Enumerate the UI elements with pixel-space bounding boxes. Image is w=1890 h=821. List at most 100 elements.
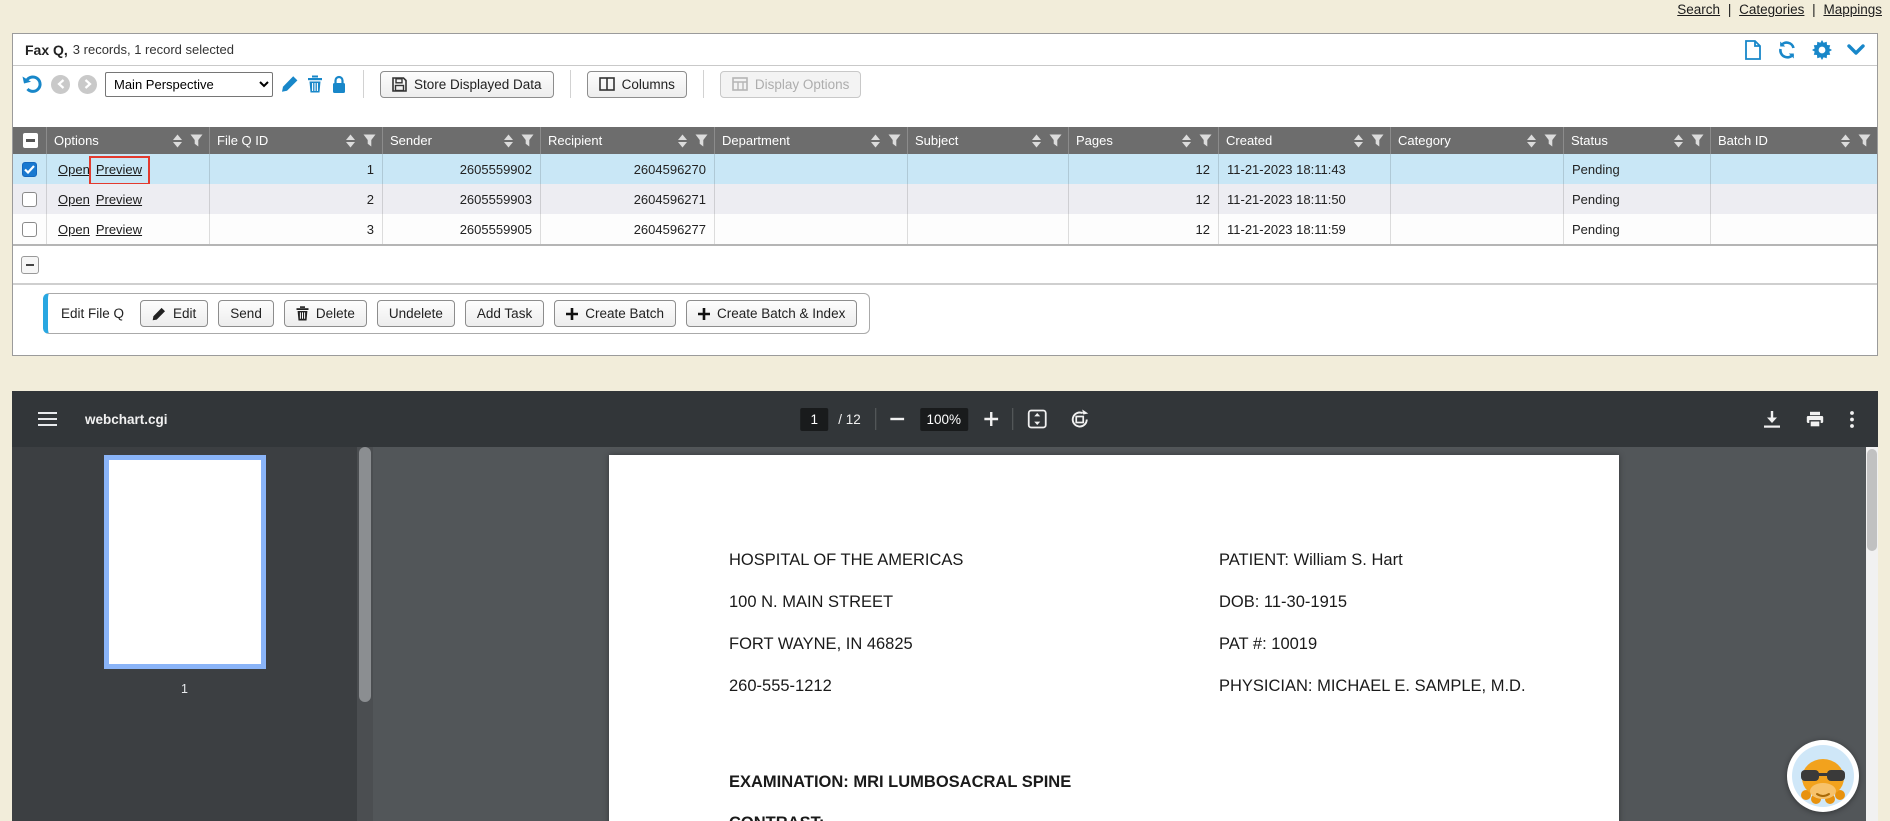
menu-icon[interactable] <box>38 412 57 426</box>
column-header-batch-id[interactable]: Batch ID <box>1711 127 1877 154</box>
select-all-header[interactable] <box>13 127 47 154</box>
pdf-viewer: webchart.cgi / 12 100% 1 HOSPITA <box>12 391 1878 821</box>
column-header-sender[interactable]: Sender <box>383 127 541 154</box>
gear-icon[interactable] <box>1812 40 1832 60</box>
sidebar-scrollbar-thumb[interactable] <box>359 447 371 702</box>
filter-icon[interactable] <box>1199 134 1212 147</box>
department-cell <box>715 154 908 184</box>
page-number-input[interactable] <box>800 408 828 431</box>
pdf-toolbar: webchart.cgi / 12 100% <box>12 391 1878 447</box>
edit-button[interactable]: Edit <box>140 300 208 327</box>
sort-icon[interactable] <box>1031 134 1042 148</box>
columns-button[interactable]: Columns <box>587 71 687 98</box>
column-header-created[interactable]: Created <box>1219 127 1391 154</box>
panel-header-icons <box>1744 40 1865 60</box>
new-document-icon[interactable] <box>1744 40 1762 60</box>
top-link-search[interactable]: Search <box>1677 2 1720 17</box>
sort-icon[interactable] <box>677 134 688 148</box>
row-select-cell[interactable] <box>13 154 47 184</box>
document-scrollbar[interactable] <box>1866 447 1878 821</box>
undelete-button[interactable]: Undelete <box>377 300 455 327</box>
column-header-recipient[interactable]: Recipient <box>541 127 715 154</box>
download-icon[interactable] <box>1764 411 1780 428</box>
top-link-mappings[interactable]: Mappings <box>1823 2 1882 17</box>
octopus-mascot-icon[interactable] <box>1786 739 1860 813</box>
rotate-icon[interactable] <box>1069 409 1090 430</box>
fax-queue-table: Options File Q ID Sender Recipient Depar… <box>13 127 1877 246</box>
preview-link-highlighted[interactable]: Preview <box>96 162 142 177</box>
sort-icon[interactable] <box>1840 134 1851 148</box>
column-header-options[interactable]: Options <box>47 127 210 154</box>
preview-link[interactable]: Preview <box>96 192 142 207</box>
sort-icon[interactable] <box>345 134 356 148</box>
more-options-icon[interactable] <box>1850 411 1854 428</box>
print-icon[interactable] <box>1806 411 1824 428</box>
column-header-department[interactable]: Department <box>715 127 908 154</box>
column-header-pages[interactable]: Pages <box>1069 127 1219 154</box>
status-cell: Pending <box>1564 184 1711 214</box>
sort-icon[interactable] <box>172 134 183 148</box>
row-select-cell[interactable] <box>13 184 47 214</box>
create-batch-index-button[interactable]: Create Batch & Index <box>686 300 857 327</box>
filter-icon[interactable] <box>190 134 203 147</box>
refresh-icon[interactable] <box>1777 40 1797 60</box>
open-link[interactable]: Open <box>58 222 90 237</box>
sort-icon[interactable] <box>870 134 881 148</box>
row-checkbox[interactable] <box>22 222 37 237</box>
row-select-cell[interactable] <box>13 214 47 244</box>
row-checkbox-checked[interactable] <box>22 162 37 177</box>
sidebar-scrollbar[interactable] <box>357 447 373 821</box>
column-header-status[interactable]: Status <box>1564 127 1711 154</box>
collapse-actions-button[interactable] <box>21 256 39 274</box>
nav-forward-icon[interactable] <box>78 75 97 94</box>
select-all-checkbox[interactable] <box>23 133 38 148</box>
document-page: HOSPITAL OF THE AMERICASPATIENT: William… <box>609 455 1619 821</box>
zoom-in-icon[interactable] <box>984 412 998 426</box>
filter-icon[interactable] <box>1371 134 1384 147</box>
document-scrollbar-thumb[interactable] <box>1867 449 1877 551</box>
filter-icon[interactable] <box>1858 134 1871 147</box>
fit-page-icon[interactable] <box>1027 409 1047 429</box>
trash-icon <box>296 306 309 321</box>
edit-perspective-icon[interactable] <box>281 75 299 93</box>
open-link[interactable]: Open <box>58 162 90 177</box>
zoom-out-icon[interactable] <box>890 417 904 421</box>
chevron-down-icon[interactable] <box>1847 44 1865 56</box>
sort-icon[interactable] <box>1673 134 1684 148</box>
delete-button[interactable]: Delete <box>284 300 367 327</box>
top-link-categories[interactable]: Categories <box>1739 2 1804 17</box>
column-header-file-q-id[interactable]: File Q ID <box>210 127 383 154</box>
table-row: OpenPreview 2 2605559903 2604596271 12 1… <box>13 184 1877 214</box>
lock-perspective-icon[interactable] <box>331 75 347 94</box>
filter-icon[interactable] <box>521 134 534 147</box>
filter-icon[interactable] <box>1544 134 1557 147</box>
columns-icon <box>599 77 615 91</box>
filter-icon[interactable] <box>695 134 708 147</box>
add-task-button[interactable]: Add Task <box>465 300 544 327</box>
row-checkbox[interactable] <box>22 192 37 207</box>
filter-icon[interactable] <box>888 134 901 147</box>
perspective-select[interactable]: Main Perspective <box>105 72 273 97</box>
filter-icon[interactable] <box>1049 134 1062 147</box>
sort-icon[interactable] <box>1181 134 1192 148</box>
undo-icon[interactable] <box>21 74 43 94</box>
sort-icon[interactable] <box>1526 134 1537 148</box>
column-header-subject[interactable]: Subject <box>908 127 1069 154</box>
sort-icon[interactable] <box>1353 134 1364 148</box>
sort-icon[interactable] <box>503 134 514 148</box>
column-header-category[interactable]: Category <box>1391 127 1564 154</box>
open-link[interactable]: Open <box>58 192 90 207</box>
nav-back-icon[interactable] <box>51 75 70 94</box>
pdf-toolbar-divider <box>1012 408 1013 430</box>
filter-icon[interactable] <box>1691 134 1704 147</box>
preview-link[interactable]: Preview <box>96 222 142 237</box>
created-cell: 11-21-2023 18:11:59 <box>1219 214 1391 244</box>
store-displayed-data-button[interactable]: Store Displayed Data <box>380 71 554 98</box>
sender-cell: 2605559902 <box>383 154 541 184</box>
delete-perspective-icon[interactable] <box>307 75 323 93</box>
create-batch-button[interactable]: Create Batch <box>554 300 676 327</box>
send-button[interactable]: Send <box>218 300 274 327</box>
page-thumbnail[interactable] <box>104 455 266 669</box>
filter-icon[interactable] <box>363 134 376 147</box>
zoom-level-value[interactable]: 100% <box>920 408 968 431</box>
